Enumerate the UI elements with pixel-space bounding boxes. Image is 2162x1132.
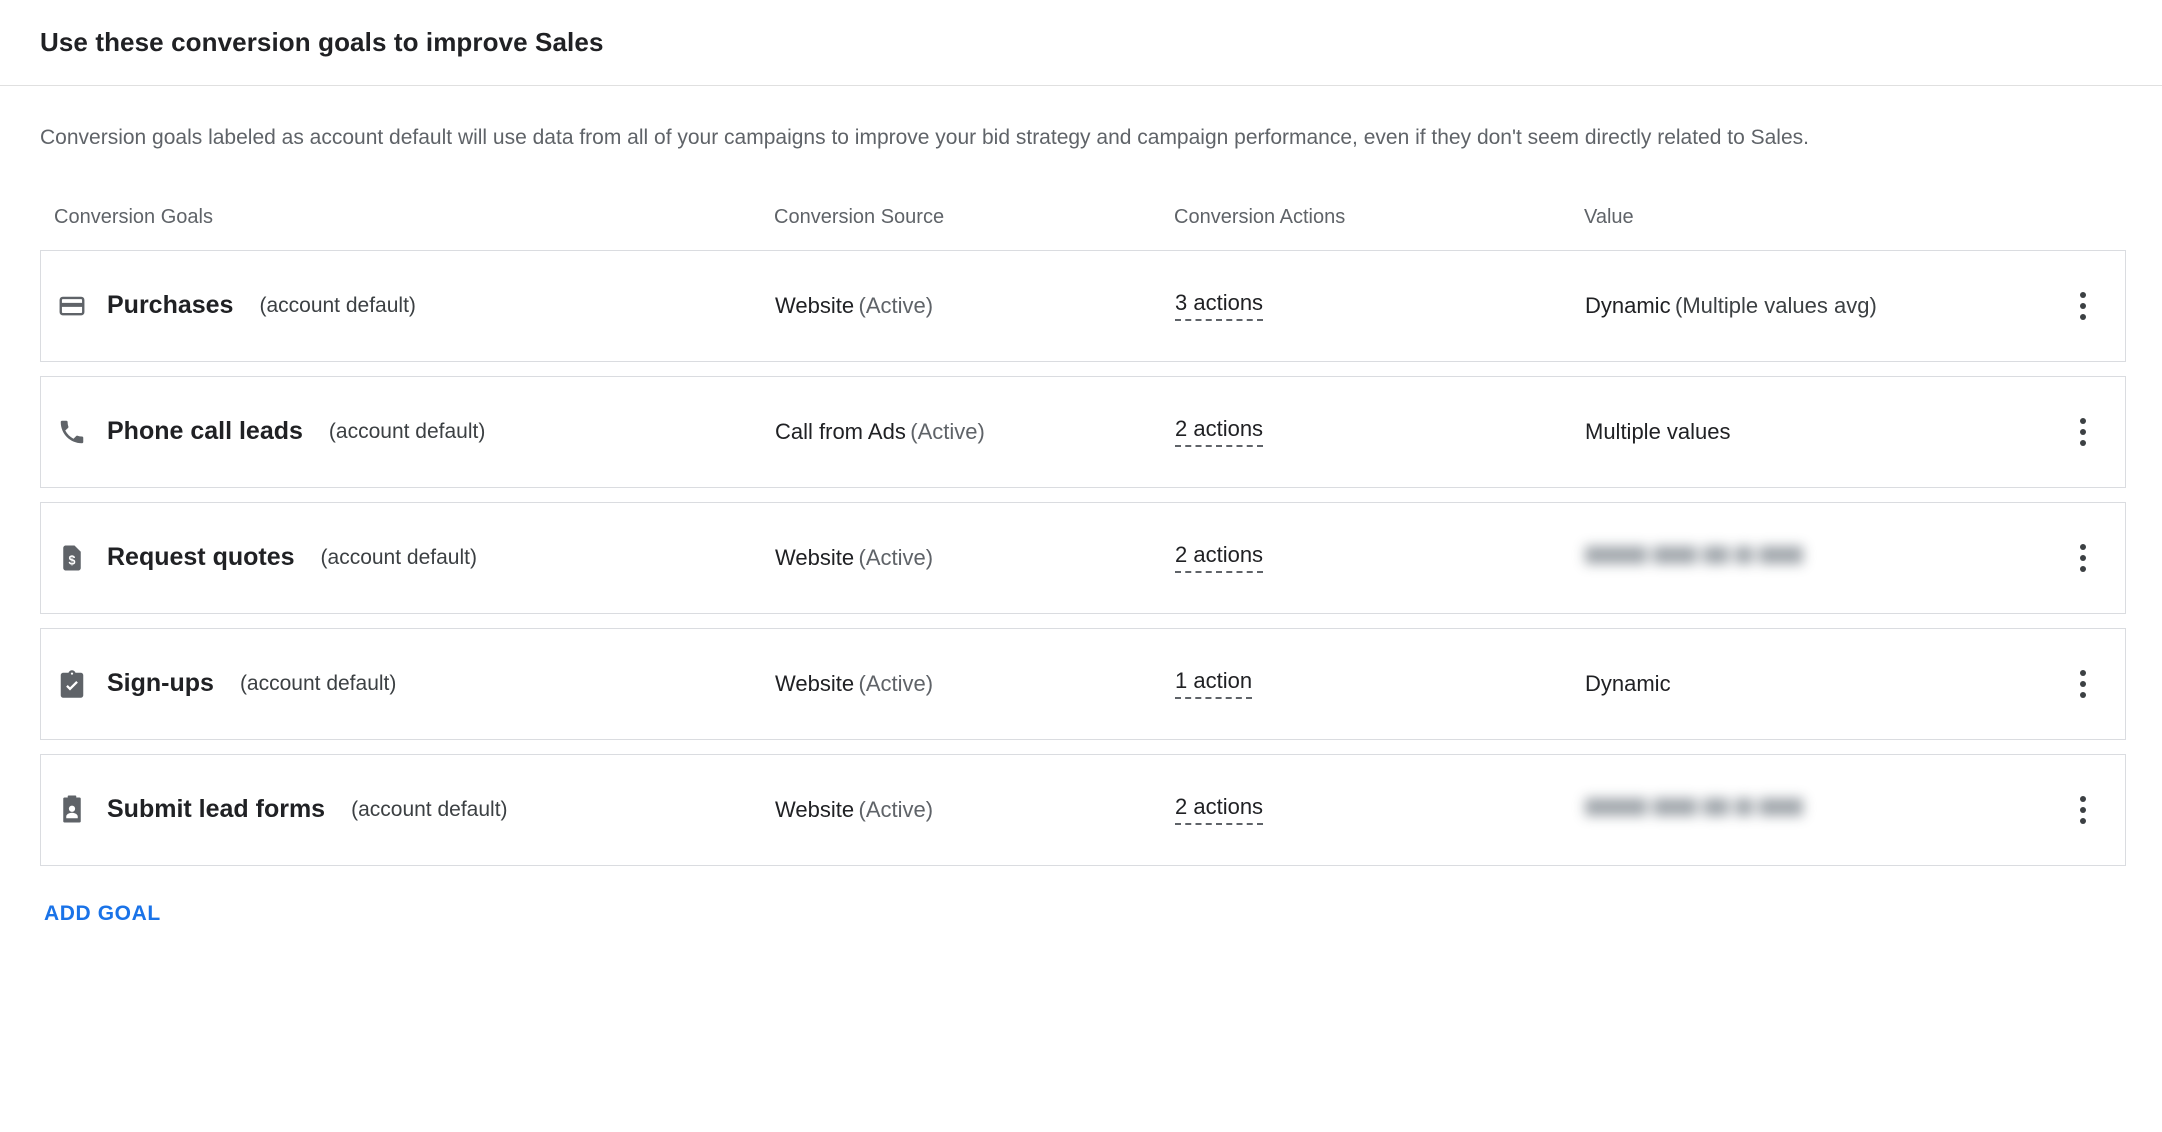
value-text: Dynamic [1585, 671, 1671, 696]
goal-name: Phone call leads [107, 417, 303, 446]
more-options-icon[interactable] [2063, 538, 2103, 578]
goal-default-label: (account default) [329, 420, 485, 444]
conversion-goals-table: Conversion Goals Conversion Source Conve… [40, 196, 2126, 866]
quote-document-icon: $ [55, 541, 89, 575]
goal-cell: $ Request quotes (account default) [55, 541, 775, 575]
value-redacted [1585, 794, 1803, 820]
source-status: (Active) [859, 545, 934, 570]
source-status: (Active) [910, 419, 985, 444]
table-header-row: Conversion Goals Conversion Source Conve… [40, 196, 2126, 240]
conversion-actions-link[interactable]: 3 actions [1175, 290, 1263, 320]
goal-cell: Submit lead forms (account default) [55, 793, 775, 827]
card-body: Conversion goals labeled as account defa… [0, 86, 2162, 932]
more-options-icon[interactable] [2063, 412, 2103, 452]
table-row[interactable]: Submit lead forms (account default) Webs… [40, 754, 2126, 866]
source-status: (Active) [859, 293, 934, 318]
conversion-actions-link[interactable]: 2 actions [1175, 794, 1263, 824]
source-name: Website [775, 671, 854, 696]
goal-default-label: (account default) [351, 798, 507, 822]
table-body: Purchases (account default) Website (Act… [40, 250, 2126, 866]
source-cell: Website (Active) [775, 671, 1175, 697]
value-cell: Dynamic (Multiple values avg) [1585, 293, 2025, 319]
add-goal-button[interactable]: ADD GOAL [40, 896, 165, 932]
source-cell: Website (Active) [775, 797, 1175, 823]
value-redacted [1585, 542, 1803, 568]
card-header: Use these conversion goals to improve Sa… [0, 0, 2162, 86]
source-name: Website [775, 545, 854, 570]
value-text: Dynamic [1585, 293, 1671, 318]
row-menu-cell [2025, 629, 2141, 739]
conversion-actions-link[interactable]: 2 actions [1175, 416, 1263, 446]
source-name: Call from Ads [775, 419, 906, 444]
svg-text:$: $ [69, 553, 76, 567]
column-header-value: Value [1584, 206, 2024, 229]
goal-name: Sign-ups [107, 669, 214, 698]
more-options-icon[interactable] [2063, 790, 2103, 830]
goal-cell: Phone call leads (account default) [55, 415, 775, 449]
value-text: Multiple values [1585, 419, 1731, 444]
source-cell: Call from Ads (Active) [775, 419, 1175, 445]
source-cell: Website (Active) [775, 293, 1175, 319]
value-cell: Multiple values [1585, 419, 2025, 445]
source-name: Website [775, 293, 854, 318]
more-options-icon[interactable] [2063, 286, 2103, 326]
goal-cell: Purchases (account default) [55, 289, 775, 323]
table-row[interactable]: Sign-ups (account default) Website (Acti… [40, 628, 2126, 740]
source-status: (Active) [859, 797, 934, 822]
table-row[interactable]: $ Request quotes (account default) Websi… [40, 502, 2126, 614]
actions-cell: 1 action [1175, 668, 1585, 698]
clipboard-check-icon [55, 667, 89, 701]
lead-form-icon [55, 793, 89, 827]
goal-name: Purchases [107, 291, 233, 320]
actions-cell: 3 actions [1175, 290, 1585, 320]
conversion-actions-link[interactable]: 1 action [1175, 668, 1252, 698]
phone-icon [55, 415, 89, 449]
source-status: (Active) [859, 671, 934, 696]
value-cell: Dynamic [1585, 671, 2025, 697]
more-options-icon[interactable] [2063, 664, 2103, 704]
description-text: Conversion goals labeled as account defa… [40, 122, 2050, 154]
actions-cell: 2 actions [1175, 794, 1585, 824]
row-menu-cell [2025, 755, 2141, 865]
value-detail: (Multiple values avg) [1675, 293, 1877, 318]
conversion-goals-card: Use these conversion goals to improve Sa… [0, 0, 2162, 1132]
column-header-conversion-goals: Conversion Goals [54, 206, 774, 229]
column-header-conversion-source: Conversion Source [774, 206, 1174, 229]
row-menu-cell [2025, 377, 2141, 487]
value-cell [1585, 794, 2025, 825]
value-cell [1585, 542, 2025, 573]
goal-default-label: (account default) [321, 546, 477, 570]
row-menu-cell [2025, 503, 2141, 613]
source-cell: Website (Active) [775, 545, 1175, 571]
goal-default-label: (account default) [259, 294, 415, 318]
row-menu-cell [2025, 251, 2141, 361]
credit-card-icon [55, 289, 89, 323]
goal-name: Submit lead forms [107, 795, 325, 824]
page-title: Use these conversion goals to improve Sa… [40, 27, 604, 58]
actions-cell: 2 actions [1175, 416, 1585, 446]
source-name: Website [775, 797, 854, 822]
goal-default-label: (account default) [240, 672, 396, 696]
table-row[interactable]: Phone call leads (account default) Call … [40, 376, 2126, 488]
conversion-actions-link[interactable]: 2 actions [1175, 542, 1263, 572]
actions-cell: 2 actions [1175, 542, 1585, 572]
column-header-conversion-actions: Conversion Actions [1174, 206, 1584, 229]
goal-cell: Sign-ups (account default) [55, 667, 775, 701]
goal-name: Request quotes [107, 543, 295, 572]
table-row[interactable]: Purchases (account default) Website (Act… [40, 250, 2126, 362]
